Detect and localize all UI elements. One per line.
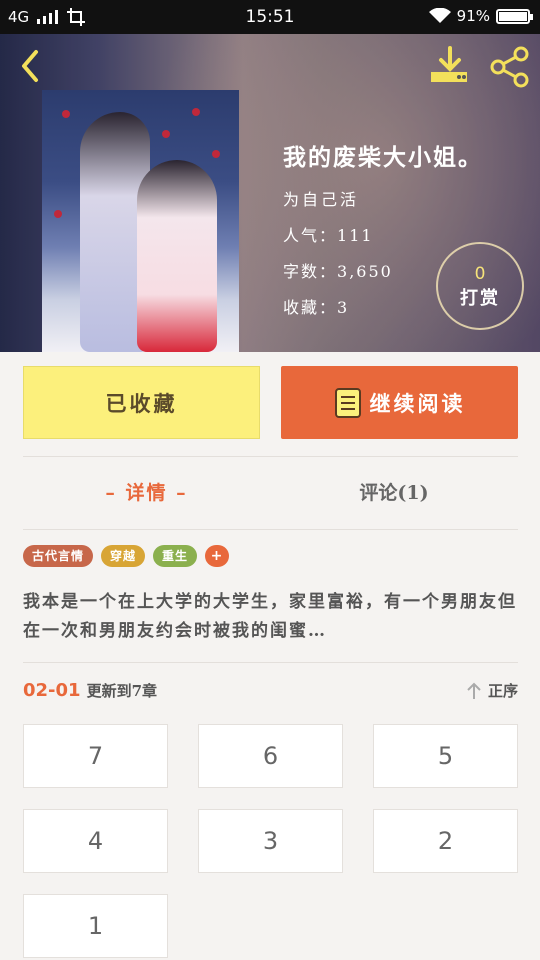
divider	[23, 529, 518, 530]
word-count-label: 字数：	[283, 262, 338, 281]
book-header: 我的废柴大小姐。 为自己活 人气：111 字数：3,650 收藏：3 0 打赏	[0, 34, 540, 352]
chapter-button[interactable]: 6	[198, 724, 343, 788]
update-date: 02-01	[23, 680, 81, 701]
book-cover-image[interactable]	[42, 90, 239, 352]
chapter-button[interactable]: 4	[23, 809, 168, 873]
chapter-button[interactable]: 3	[198, 809, 343, 873]
popularity-row: 人气：111	[283, 222, 483, 246]
popularity-label: 人气：	[283, 226, 338, 245]
reward-button[interactable]: 0 打赏	[436, 242, 524, 330]
tag-list: 古代言情 穿越 重生 +	[23, 545, 230, 567]
back-arrow-icon[interactable]	[14, 46, 46, 86]
reward-label: 打赏	[460, 288, 500, 309]
download-icon[interactable]	[429, 46, 471, 86]
divider	[23, 662, 518, 663]
favorites-value: 3	[337, 298, 350, 317]
sort-toggle[interactable]: 正序	[466, 680, 518, 701]
divider	[23, 456, 518, 457]
update-info: 02-01 更新到7章 正序	[23, 680, 518, 704]
status-bar: 4G 15:51 91%	[0, 0, 540, 34]
chapter-button[interactable]: 2	[373, 809, 518, 873]
tag-ancient-romance[interactable]: 古代言情	[23, 545, 94, 567]
tab-detail[interactable]: – 详情 –	[23, 478, 270, 505]
favorited-label: 已收藏	[105, 390, 178, 416]
chapter-button[interactable]: 7	[23, 724, 168, 788]
favorited-button[interactable]: 已收藏	[23, 366, 260, 439]
book-author: 为自己活	[283, 190, 360, 209]
book-summary[interactable]: 我本是一个在上大学的大学生，家里富裕，有一个男朋友但在一次和男朋友约会时被我的闺…	[23, 588, 518, 646]
chapter-button[interactable]: 5	[373, 724, 518, 788]
share-icon[interactable]	[489, 46, 531, 88]
sort-arrow-icon	[467, 682, 481, 699]
add-tag-button[interactable]: +	[205, 545, 230, 567]
battery-percent: 91%	[456, 7, 490, 25]
chapter-grid: 7 6 5 4 3 2 1	[23, 724, 518, 958]
book-icon	[334, 387, 361, 418]
tag-time-travel[interactable]: 穿越	[101, 545, 146, 567]
wifi-icon	[428, 8, 451, 23]
favorites-label: 收藏：	[283, 298, 338, 317]
reward-count: 0	[474, 264, 486, 284]
continue-reading-label: 继续阅读	[369, 390, 466, 416]
battery-icon	[496, 8, 533, 24]
tag-rebirth[interactable]: 重生	[153, 545, 198, 567]
tab-comments[interactable]: 评论(1)	[270, 478, 518, 505]
sort-label: 正序	[487, 682, 518, 700]
continue-reading-button[interactable]: 继续阅读	[281, 366, 518, 439]
update-text: 更新到7章	[86, 682, 158, 700]
popularity-value: 111	[337, 226, 374, 245]
chapter-button[interactable]: 1	[23, 894, 168, 958]
book-title: 我的废柴大小姐。	[283, 144, 483, 171]
word-count-value: 3,650	[337, 262, 393, 281]
